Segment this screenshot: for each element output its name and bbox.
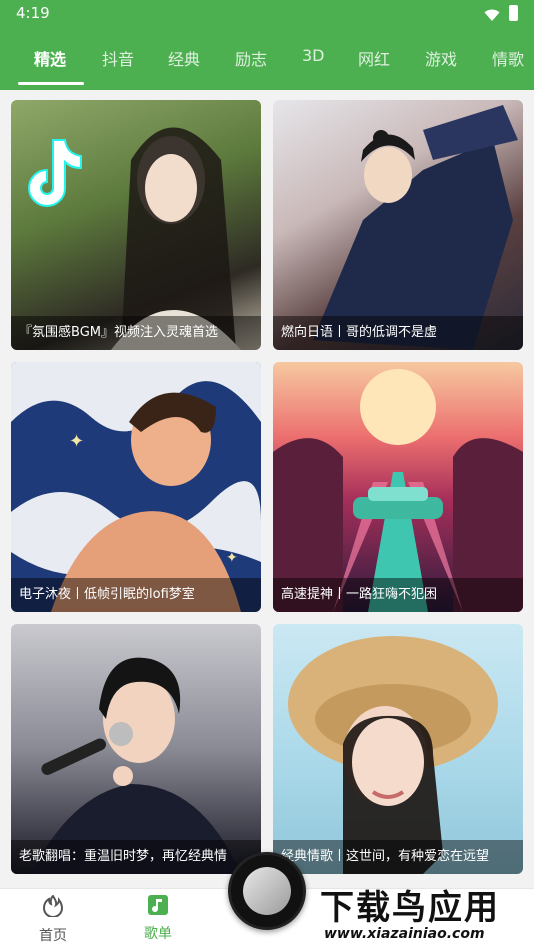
music-note-icon [118,895,198,919]
playlist-title: 燃向日语丨哥的低调不是虚 [273,316,523,350]
playlist-title: 经典情歌丨这世间，有种爱恋在远望 [273,840,523,874]
watermark-title: 下载鸟应用 [320,888,500,928]
nav-playlists-label: 歌单 [144,926,172,942]
playlist-cover [11,100,261,350]
battery-icon [509,5,518,21]
tab-inspirational[interactable]: 励志 [235,46,267,70]
tab-classic[interactable]: 经典 [168,46,200,70]
nav-home[interactable]: 首页 [13,894,93,945]
tab-indicator [18,82,84,85]
tab-love-songs[interactable]: 情歌 [492,46,524,70]
category-tabs: 精选 抖音 经典 励志 3D 网红 游戏 情歌 [0,40,534,90]
app-header: 4:19 精选 抖音 经典 励志 3D 网红 游戏 情歌 [0,0,534,90]
playlist-card[interactable]: 高速提神丨一路狂嗨不犯困 [273,362,523,612]
tiktok-logo-icon [28,139,82,207]
playlist-cover: ✦ ✦ [11,362,261,612]
playlist-cover [11,624,261,874]
playlist-cover [273,362,523,612]
flame-icon [13,894,93,921]
playlist-title: 高速提神丨一路狂嗨不犯困 [273,578,523,612]
watermark-url: www.xiazainiao.com [324,926,485,942]
playlist-card[interactable]: 『氛围感BGM』视频注入灵魂首选 [11,100,261,350]
playlist-card[interactable]: 燃向日语丨哥的低调不是虚 [273,100,523,350]
status-time: 4:19 [16,4,50,22]
watermark-logo: 下载鸟应用 www.xiazainiao.com [316,880,530,944]
status-bar: 4:19 [0,0,534,28]
svg-text:✦: ✦ [69,431,84,452]
tab-internet-hits[interactable]: 网红 [358,46,390,70]
playlist-title: 『氛围感BGM』视频注入灵魂首选 [11,316,261,350]
now-playing-disc[interactable] [228,852,306,930]
nav-playlists[interactable]: 歌单 [118,895,198,943]
playlist-title: 老歌翻唱：重温旧时梦，再忆经典情 [11,840,261,874]
tab-featured[interactable]: 精选 [34,46,66,70]
playlist-card[interactable]: ✦ ✦ 电子沐夜丨低帧引眠的lofi梦室 [11,362,261,612]
tab-games[interactable]: 游戏 [425,46,457,70]
wifi-icon [484,7,500,26]
nav-home-label: 首页 [39,928,67,944]
tab-3d[interactable]: 3D [302,46,325,65]
playlist-cover [273,100,523,350]
svg-text:✦: ✦ [226,550,238,566]
playlist-cover [273,624,523,874]
tab-douyin[interactable]: 抖音 [102,46,134,70]
now-playing-cover [243,867,291,915]
playlist-title: 电子沐夜丨低帧引眠的lofi梦室 [11,578,261,612]
playlist-card[interactable]: 经典情歌丨这世间，有种爱恋在远望 [273,624,523,874]
playlist-card[interactable]: 老歌翻唱：重温旧时梦，再忆经典情 [11,624,261,874]
